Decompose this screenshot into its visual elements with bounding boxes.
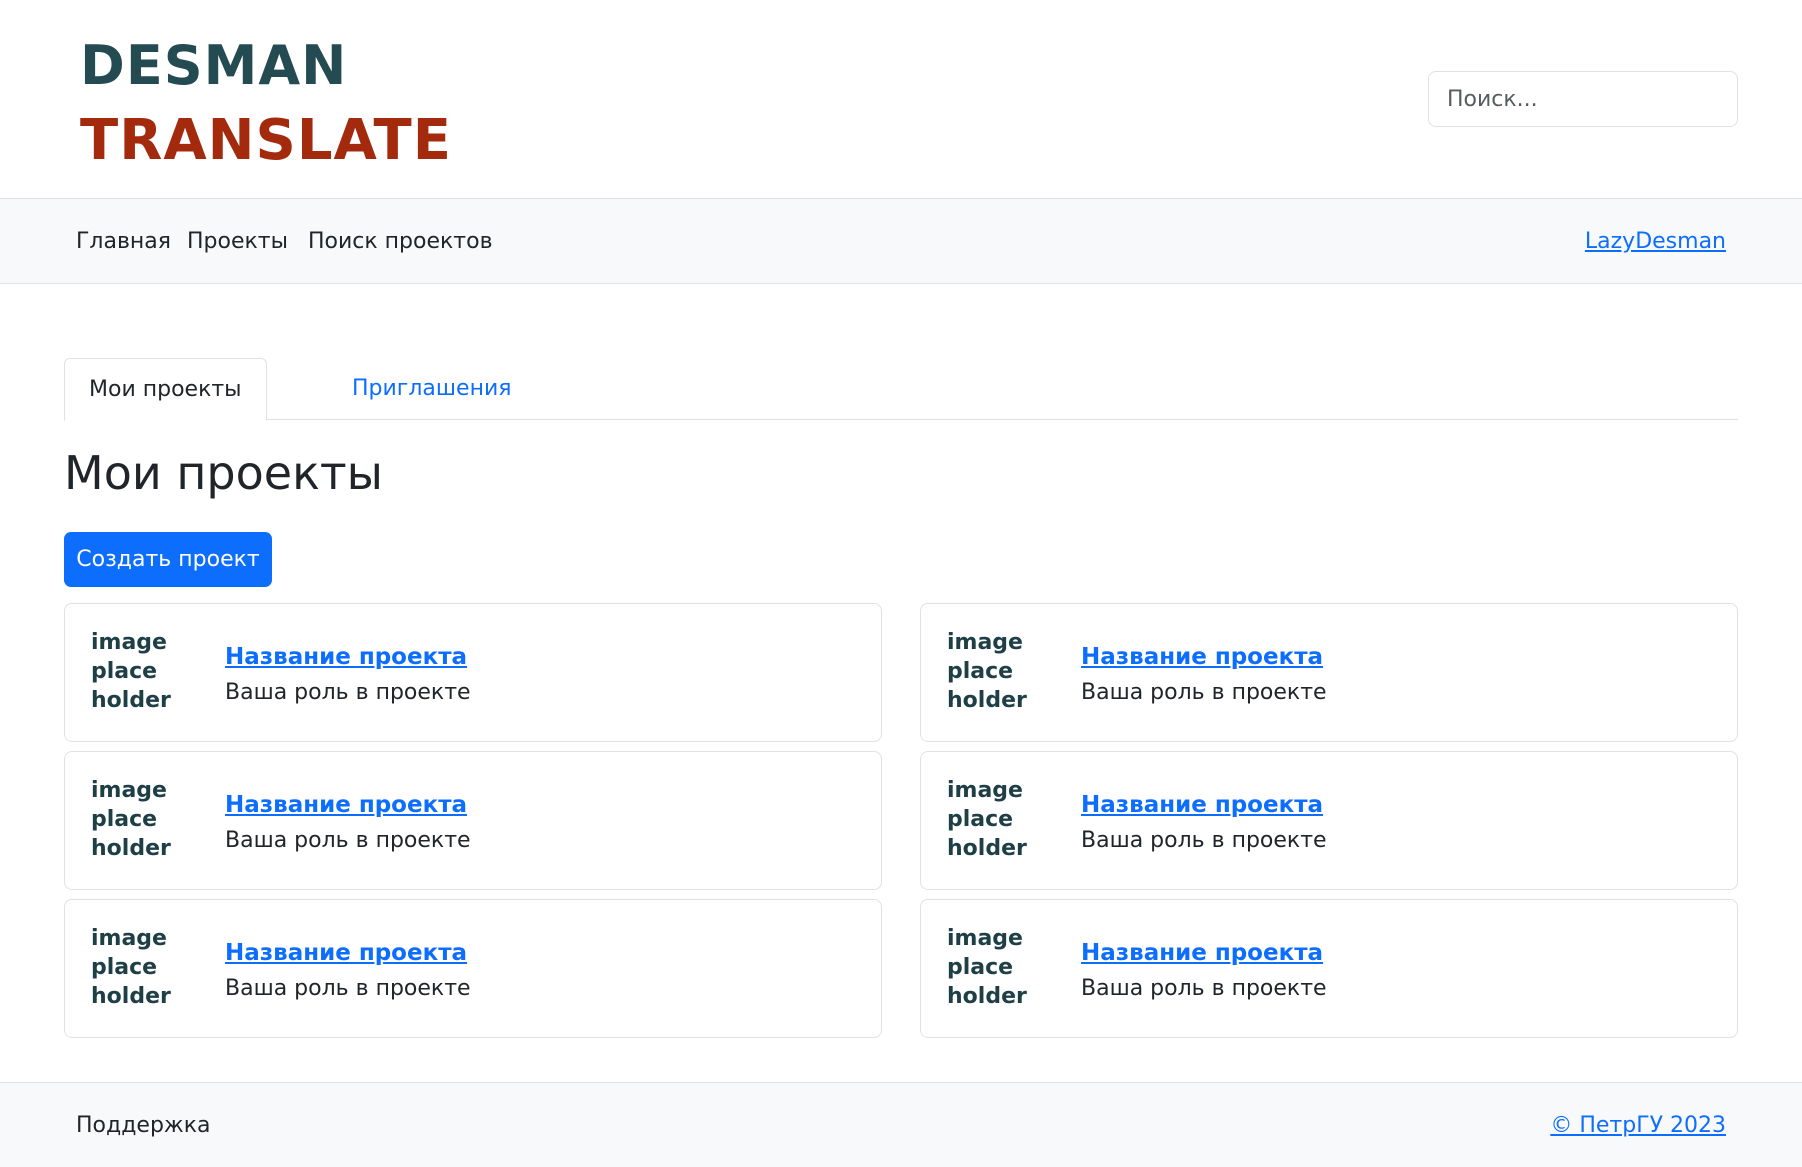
nav-item-home[interactable]: Главная: [76, 229, 171, 254]
site-logo[interactable]: DESMAN TRANSLATE: [80, 28, 452, 178]
project-card: image place holder Название проекта Ваша…: [64, 751, 882, 890]
project-card: image place holder Название проекта Ваша…: [64, 899, 882, 1038]
project-role: Ваша роль в проекте: [225, 680, 471, 705]
project-image-placeholder: image place holder: [947, 926, 1027, 1009]
project-role: Ваша роль в проекте: [1081, 828, 1327, 853]
main-navbar: Главная Проекты Поиск проектов LazyDesma…: [0, 198, 1802, 284]
copyright-link[interactable]: © ПетрГУ 2023: [1550, 1113, 1726, 1138]
tab-invitations[interactable]: Приглашения: [328, 358, 536, 420]
project-role: Ваша роль в проекте: [1081, 976, 1327, 1001]
project-role: Ваша роль в проекте: [225, 828, 471, 853]
project-image-placeholder: image place holder: [947, 778, 1027, 861]
project-role: Ваша роль в проекте: [225, 976, 471, 1001]
project-name-link[interactable]: Название проекта: [225, 644, 467, 670]
project-tabs: Мои проекты Приглашения: [64, 358, 1738, 421]
project-image-placeholder: image place holder: [91, 630, 171, 713]
search-input[interactable]: [1428, 71, 1738, 127]
project-name-link[interactable]: Название проекта: [225, 792, 467, 818]
logo-line-1: DESMAN: [80, 34, 348, 97]
nav-item-projects[interactable]: Проекты: [187, 229, 288, 254]
project-name-link[interactable]: Название проекта: [1081, 644, 1323, 670]
support-link[interactable]: Поддержка: [76, 1113, 211, 1138]
project-name-link[interactable]: Название проекта: [225, 940, 467, 966]
tab-my-projects[interactable]: Мои проекты: [64, 358, 267, 421]
page-title: Мои проекты: [64, 446, 383, 500]
project-card: image place holder Название проекта Ваша…: [920, 899, 1738, 1038]
project-card: image place holder Название проекта Ваша…: [920, 751, 1738, 890]
project-list: image place holder Название проекта Ваша…: [64, 603, 1738, 1038]
header: DESMAN TRANSLATE: [0, 0, 1802, 198]
project-image-placeholder: image place holder: [91, 926, 171, 1009]
project-role: Ваша роль в проекте: [1081, 680, 1327, 705]
user-profile-link[interactable]: LazyDesman: [1585, 229, 1726, 254]
project-name-link[interactable]: Название проекта: [1081, 940, 1323, 966]
create-project-button[interactable]: Создать проект: [64, 532, 272, 587]
project-card: image place holder Название проекта Ваша…: [920, 603, 1738, 742]
project-image-placeholder: image place holder: [91, 778, 171, 861]
footer: Поддержка © ПетрГУ 2023: [0, 1082, 1802, 1167]
project-image-placeholder: image place holder: [947, 630, 1027, 713]
nav-item-project-search[interactable]: Поиск проектов: [308, 229, 493, 254]
logo-line-2: TRANSLATE: [80, 108, 452, 173]
project-name-link[interactable]: Название проекта: [1081, 792, 1323, 818]
project-card: image place holder Название проекта Ваша…: [64, 603, 882, 742]
